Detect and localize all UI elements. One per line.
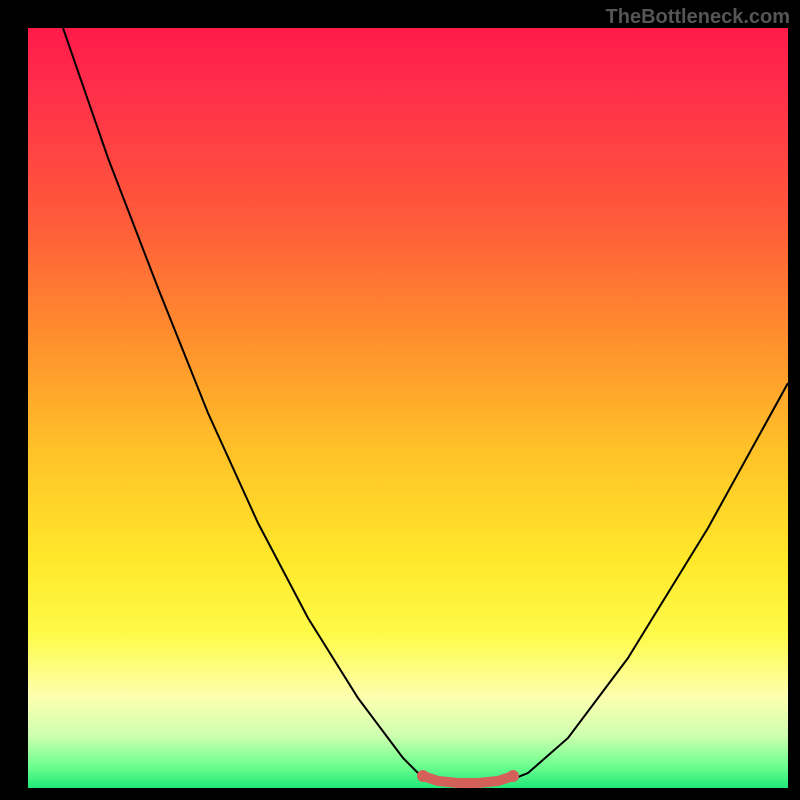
plot-area bbox=[28, 28, 788, 788]
highlight-dot-right bbox=[507, 770, 519, 782]
main-curve-line bbox=[63, 28, 788, 783]
highlight-dot-left bbox=[417, 770, 429, 782]
watermark-text: TheBottleneck.com bbox=[606, 6, 790, 29]
flat-highlight-line bbox=[423, 776, 513, 783]
chart-svg bbox=[28, 28, 788, 788]
